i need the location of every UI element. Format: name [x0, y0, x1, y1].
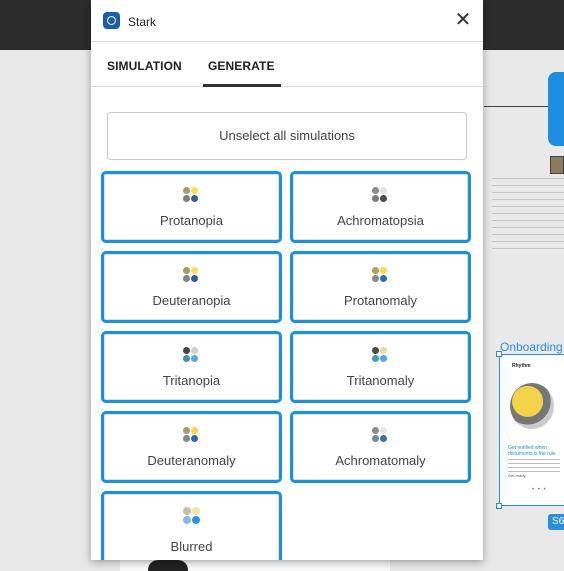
frame-heading: Get notified when documents is the rule — [508, 445, 556, 457]
swatch-dot — [372, 427, 379, 434]
color-swatch-icon — [183, 347, 201, 365]
swatch-dot — [183, 347, 190, 354]
color-swatch-icon — [183, 267, 201, 285]
simulation-card-label: Tritanopia — [162, 373, 221, 388]
simulation-card-label: Deuteranopia — [152, 293, 231, 308]
frame-pager-dots: • • • — [532, 487, 547, 493]
color-swatch-icon — [183, 187, 201, 205]
swatch-dot — [191, 435, 198, 442]
color-swatch-icon — [372, 427, 390, 445]
tab-generate[interactable]: GENERATE — [208, 59, 275, 73]
close-icon[interactable]: ✕ — [453, 10, 473, 30]
swatch-dot — [380, 267, 387, 274]
simulation-card-achromatopsia[interactable]: Achromatopsia — [290, 171, 471, 243]
onboarding-frame[interactable]: Rhythm Get notified when documents is th… — [499, 354, 564, 506]
swatch-dot — [372, 435, 379, 442]
stark-logo-icon — [103, 12, 120, 29]
swatch-dot — [372, 275, 379, 282]
simulation-card-label: Protanopia — [160, 213, 223, 228]
swatch-dot — [183, 435, 190, 442]
swatch-dot — [183, 195, 190, 202]
swatch-dot — [192, 516, 200, 524]
swatch-dot — [183, 187, 190, 194]
simulation-card-tritanopia[interactable]: Tritanopia — [101, 331, 282, 403]
simulation-card-blurred[interactable]: Blurred — [101, 491, 282, 560]
color-swatch-icon — [372, 187, 390, 205]
color-swatch-icon — [372, 347, 390, 365]
swatch-dot — [380, 275, 387, 282]
color-swatch-icon — [183, 427, 201, 445]
tab-bar: SIMULATION GENERATE — [91, 42, 483, 87]
frame-next-link: Get ready — [508, 473, 526, 478]
panel-titlebar: Stark ✕ — [91, 0, 483, 42]
swatch-dot — [191, 427, 198, 434]
simulation-card-label: Tritanomaly — [346, 373, 415, 388]
panel-title: Stark — [128, 15, 157, 29]
resize-handle-bottom-left[interactable] — [496, 503, 502, 509]
swatch-dot — [183, 427, 190, 434]
simulation-card-label: Achromatomaly — [335, 453, 426, 468]
simulation-card-label: Blurred — [170, 539, 213, 554]
swatch-dot — [183, 355, 190, 362]
swatch-dot — [191, 355, 198, 362]
simulation-card-tritanomaly[interactable]: Tritanomaly — [290, 331, 471, 403]
unselect-all-button[interactable]: Unselect all simulations — [107, 112, 467, 160]
simulation-card-deuteranomaly[interactable]: Deuteranomaly — [101, 411, 282, 483]
color-swatch-icon — [372, 267, 390, 285]
active-tab-indicator — [203, 84, 281, 87]
swatch-dot — [380, 187, 387, 194]
simulation-card-protanopia[interactable]: Protanopia — [101, 171, 282, 243]
swatch-dot — [372, 347, 379, 354]
simulation-card-label: Achromatopsia — [337, 213, 424, 228]
frame-label[interactable]: Onboarding — [500, 340, 563, 354]
swatch-dot — [380, 195, 387, 202]
swatch-dot — [192, 507, 200, 515]
canvas-blue-shape[interactable] — [548, 72, 564, 146]
simulation-card-label: Deuteranomaly — [147, 453, 236, 468]
swatch-dot — [183, 516, 191, 524]
frame-title: Rhythm — [512, 363, 531, 369]
swatch-dot — [372, 267, 379, 274]
frame-illustration — [510, 383, 554, 429]
swatch-dot — [380, 355, 387, 362]
swatch-dot — [191, 187, 198, 194]
simulation-card-protanomaly[interactable]: Protanomaly — [290, 251, 471, 323]
simulation-card-deuteranopia[interactable]: Deuteranopia — [101, 251, 282, 323]
swatch-dot — [380, 427, 387, 434]
swatch-dot — [191, 275, 198, 282]
canvas-bottom-image — [148, 560, 188, 571]
swatch-dot — [380, 435, 387, 442]
swatch-dot — [372, 195, 379, 202]
color-swatch-icon — [183, 507, 201, 525]
stark-plugin-panel: Stark ✕ SIMULATION GENERATE Unselect all… — [91, 0, 483, 560]
canvas-text-block — [492, 172, 564, 252]
resize-handle-top-left[interactable] — [496, 351, 502, 357]
simulation-card-achromatomaly[interactable]: Achromatomaly — [290, 411, 471, 483]
swatch-dot — [191, 267, 198, 274]
swatch-dot — [191, 347, 198, 354]
swatch-dot — [183, 507, 191, 515]
swatch-dot — [191, 195, 198, 202]
swatch-dot — [372, 187, 379, 194]
swatch-dot — [380, 347, 387, 354]
tab-simulation[interactable]: SIMULATION — [107, 59, 182, 73]
canvas-connector — [484, 106, 548, 107]
swatch-dot — [183, 267, 190, 274]
frame-size-badge: S6 — [548, 514, 564, 530]
frame-body-text — [508, 459, 560, 473]
swatch-dot — [372, 355, 379, 362]
swatch-dot — [183, 275, 190, 282]
simulation-card-label: Protanomaly — [344, 293, 417, 308]
